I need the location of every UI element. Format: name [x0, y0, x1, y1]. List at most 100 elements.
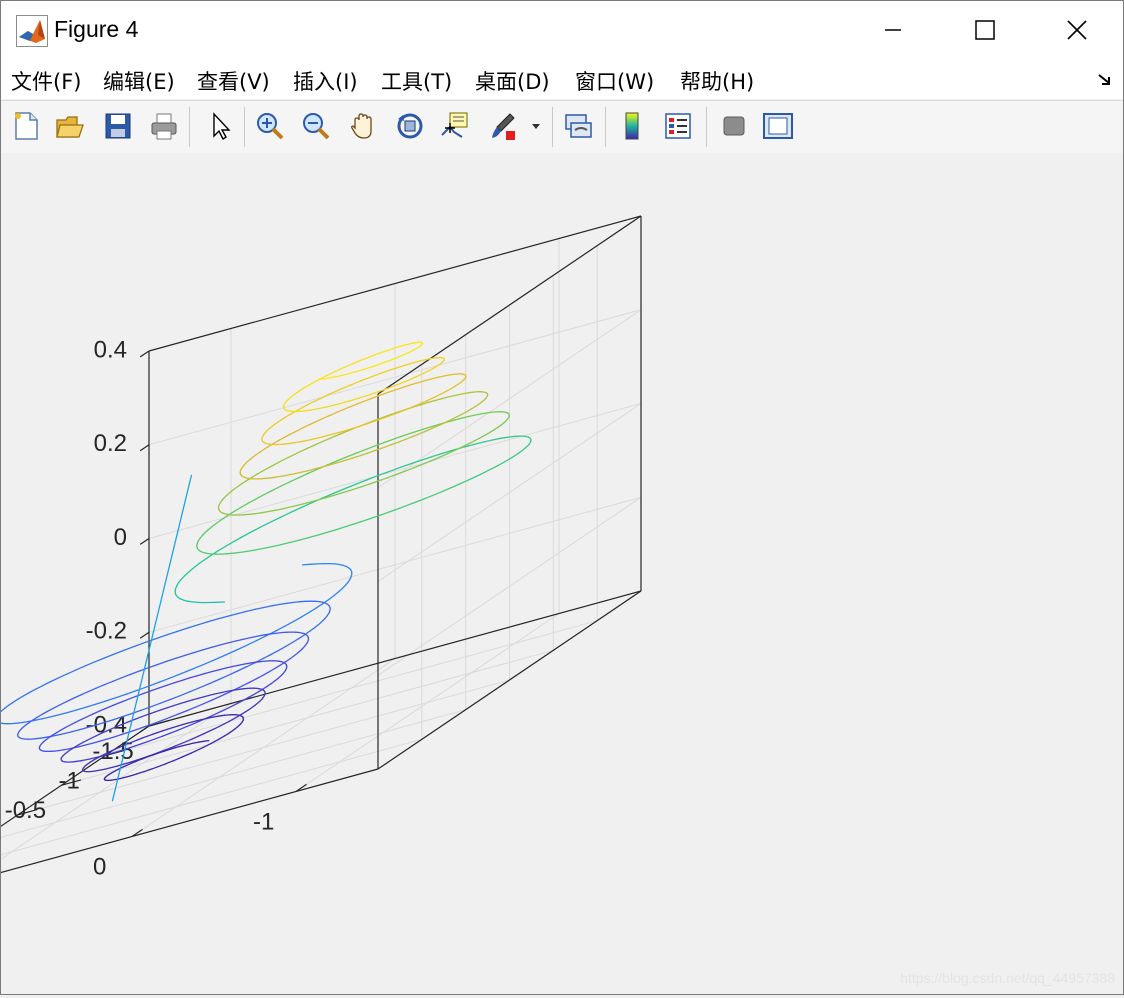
data-cursor-button[interactable]: [438, 109, 472, 143]
menu-file[interactable]: 文件(F): [11, 66, 81, 96]
edit-plot-button[interactable]: [203, 109, 237, 143]
curve-segment: [306, 440, 311, 441]
new-figure-button[interactable]: [9, 109, 43, 143]
print-button[interactable]: [147, 109, 181, 143]
curve-segment: [251, 636, 258, 638]
curve-segment: [380, 390, 385, 392]
curve-segment: [468, 441, 474, 444]
curve-segment: [281, 482, 290, 486]
curve-segment: [250, 662, 255, 663]
curve-segment: [459, 394, 464, 395]
curve-segment: [105, 654, 115, 658]
curve-segment: [335, 432, 341, 434]
menu-view[interactable]: 查看(V): [197, 66, 270, 96]
menu-tools[interactable]: 工具(T): [381, 66, 452, 96]
curve-segment: [420, 431, 427, 434]
curve-segment: [288, 474, 294, 475]
minimize-button[interactable]: [847, 1, 939, 59]
curve-segment: [264, 672, 270, 675]
curve-segment: [451, 484, 460, 488]
pan-button[interactable]: [346, 109, 380, 143]
dock-figure-icon[interactable]: [1097, 73, 1113, 87]
curve-segment: [192, 736, 198, 739]
grid-line: [296, 614, 559, 792]
curve-segment: [353, 362, 357, 364]
curve-segment: [340, 402, 345, 403]
curve-segment: [435, 399, 442, 401]
curve-segment: [316, 498, 325, 500]
curve-segment: [182, 755, 186, 757]
brush-dropdown-button[interactable]: [526, 109, 546, 143]
curve-segment: [299, 538, 309, 541]
curve-segment: [122, 674, 131, 677]
menu-insert[interactable]: 插入(I): [293, 66, 358, 96]
curve-segment: [151, 703, 161, 707]
curve-segment: [175, 744, 181, 746]
curve-segment: [368, 475, 379, 479]
curve-segment: [247, 609, 256, 611]
curve-segment: [248, 499, 256, 503]
curve-segment: [303, 564, 311, 565]
curve-segment: [198, 622, 208, 625]
curve-segment: [323, 438, 331, 442]
curve-segment: [349, 400, 354, 402]
curve-segment: [75, 720, 81, 723]
curve-segment: [290, 540, 300, 542]
close-button[interactable]: [1031, 1, 1123, 59]
menu-edit[interactable]: 编辑(E): [103, 66, 175, 96]
maximize-button[interactable]: [939, 1, 1031, 59]
hide-plot-tools-button[interactable]: [717, 109, 751, 143]
zoom-out-button[interactable]: [299, 109, 333, 143]
curve-segment: [514, 453, 518, 456]
link-plot-button[interactable]: [561, 109, 595, 143]
hide-plot-tools-icon: [719, 111, 749, 141]
curve-segment: [266, 478, 271, 479]
curve-segment: [347, 453, 357, 457]
curve-segment: [212, 670, 219, 672]
curve-segment: [345, 401, 350, 402]
curve-segment: [396, 367, 401, 369]
zoom-in-button[interactable]: [253, 109, 287, 143]
curve-segment: [53, 705, 59, 708]
title-bar[interactable]: Figure 4: [1, 1, 1123, 59]
insert-colorbar-button[interactable]: [615, 109, 649, 143]
curve-segment: [170, 696, 180, 700]
brush-button[interactable]: [486, 109, 520, 143]
menu-desktop[interactable]: 桌面(D): [475, 66, 550, 96]
curve-segment: [371, 396, 378, 399]
curve-segment: [298, 407, 303, 410]
curve-segment: [225, 542, 233, 547]
curve-segment: [127, 690, 138, 694]
curve-segment: [255, 608, 264, 610]
curve-segment: [277, 476, 283, 477]
curve-segment: [299, 473, 308, 477]
open-file-button[interactable]: [53, 109, 87, 143]
curve-segment: [168, 728, 173, 730]
tick-labels: -1.5-1-0.500.511.5-101-0.4-0.200.20.4: [1, 336, 274, 943]
figure-window: Figure 4 文件(F) 编辑(E) 查看(V) 插入(I) 工具(T) 桌…: [0, 0, 1124, 995]
curve-segment: [347, 428, 353, 430]
curve-segment: [228, 641, 236, 643]
curve-segment: [411, 460, 421, 464]
curve-segment: [468, 477, 476, 481]
menu-help[interactable]: 帮助(H): [680, 66, 754, 96]
curve-segment: [263, 686, 267, 689]
curve-segment: [263, 547, 272, 549]
curve-segment: [183, 723, 188, 724]
axes-3d[interactable]: -1.5-1-0.500.511.5-101-0.4-0.200.20.4 ht…: [1, 153, 1123, 994]
x-tick-label: -1: [59, 768, 80, 795]
curve-segment: [357, 449, 367, 453]
insert-legend-button[interactable]: [661, 109, 695, 143]
show-plot-tools-button[interactable]: [761, 109, 795, 143]
curve-segment: [362, 358, 366, 360]
curve-segment: [261, 661, 266, 662]
curve-segment: [280, 603, 287, 604]
curve-segment: [220, 693, 228, 697]
curve-segment: [454, 395, 459, 396]
save-button[interactable]: [101, 109, 135, 143]
curve-segment: [301, 441, 306, 442]
curve-segment: [233, 487, 237, 490]
menu-window[interactable]: 窗口(W): [575, 66, 654, 96]
rotate-3d-button[interactable]: [393, 109, 427, 143]
curve-segment: [239, 664, 245, 665]
